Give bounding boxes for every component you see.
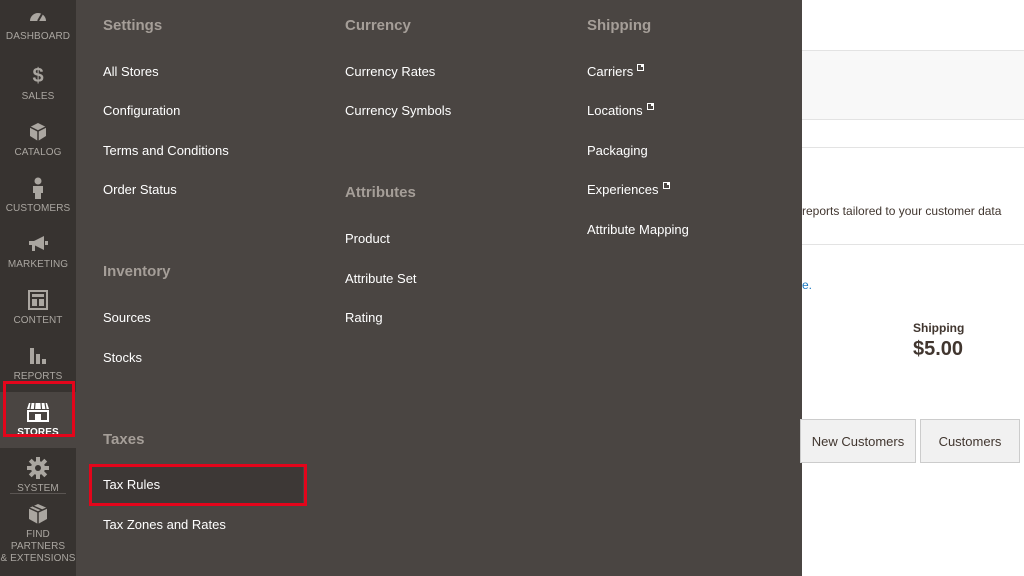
external-link-icon: [637, 64, 645, 71]
link-configuration[interactable]: Configuration: [103, 103, 180, 118]
external-link-icon: [646, 103, 654, 110]
link-currency-symbols[interactable]: Currency Symbols: [345, 103, 451, 118]
nav-catalog[interactable]: CATALOG: [0, 112, 76, 168]
link-experiences[interactable]: Experiences: [587, 182, 670, 197]
dashboard-icon: [26, 4, 50, 28]
megaphone-icon: [26, 232, 50, 256]
highlight-tax-rules: [89, 464, 307, 506]
section-title-settings: Settings: [103, 17, 163, 34]
nav-catalog-label: CATALOG: [14, 147, 62, 158]
nav-find-partners[interactable]: FIND PARTNERS & EXTENSIONS: [0, 496, 76, 576]
section-title-currency: Currency: [345, 17, 411, 34]
bar-chart-icon: [26, 344, 50, 368]
nav-dashboard-label: DASHBOARD: [5, 31, 71, 42]
link-attribute-mapping[interactable]: Attribute Mapping: [587, 222, 689, 237]
nav-dashboard[interactable]: DASHBOARD: [0, 0, 76, 56]
link-attribute-set[interactable]: Attribute Set: [345, 271, 417, 286]
link-locations-label: Locations: [587, 103, 643, 118]
link-order-status[interactable]: Order Status: [103, 182, 177, 197]
gear-icon: [26, 456, 50, 480]
section-title-inventory: Inventory: [103, 263, 171, 280]
link-terms-and-conditions[interactable]: Terms and Conditions: [103, 143, 229, 158]
link-experiences-label: Experiences: [587, 182, 659, 197]
box-icon: [26, 502, 50, 526]
link-stocks[interactable]: Stocks: [103, 350, 142, 365]
dollar-icon: $: [32, 64, 44, 87]
admin-sidebar: DASHBOARD $ SALES CATALOG CUSTOMERS MARK…: [0, 0, 76, 576]
nav-marketing-label: MARKETING: [7, 259, 69, 270]
link-product[interactable]: Product: [345, 231, 390, 246]
nav-sales[interactable]: $ SALES: [0, 56, 76, 112]
nav-content[interactable]: CONTENT: [0, 280, 76, 336]
tab-new-customers[interactable]: New Customers: [800, 419, 916, 463]
nav-customers[interactable]: CUSTOMERS: [0, 168, 76, 224]
link-locations[interactable]: Locations: [587, 103, 654, 118]
section-title-attributes: Attributes: [345, 184, 416, 201]
tab-customers[interactable]: Customers: [920, 419, 1020, 463]
link-all-stores[interactable]: All Stores: [103, 64, 159, 79]
nav-customers-label: CUSTOMERS: [5, 203, 71, 214]
link-rating[interactable]: Rating: [345, 310, 383, 325]
person-icon: [26, 176, 50, 200]
cube-icon: [26, 120, 50, 144]
bg-link-fragment[interactable]: e.: [802, 278, 812, 292]
layout-icon: [26, 288, 50, 312]
dashboard-background: reports tailored to your customer data e…: [800, 0, 1024, 576]
nav-sales-label: SALES: [21, 91, 55, 102]
shipping-stat-label: Shipping: [913, 321, 965, 335]
external-link-icon: [662, 182, 670, 189]
bg-divider: [802, 147, 1024, 148]
section-title-taxes: Taxes: [103, 431, 145, 448]
section-title-shipping: Shipping: [587, 17, 652, 34]
highlight-stores: [3, 381, 75, 437]
link-currency-rates[interactable]: Currency Rates: [345, 64, 435, 79]
link-tax-zones-and-rates[interactable]: Tax Zones and Rates: [103, 517, 226, 532]
link-carriers-label: Carriers: [587, 64, 634, 79]
shipping-stat-value: $5.00: [913, 338, 964, 360]
bg-reports-text: reports tailored to your customer data: [802, 204, 1002, 218]
link-carriers[interactable]: Carriers: [587, 64, 645, 79]
nav-marketing[interactable]: MARKETING: [0, 224, 76, 280]
link-packaging[interactable]: Packaging: [587, 143, 648, 158]
bg-divider: [802, 244, 1024, 245]
nav-separator: [10, 493, 66, 494]
bg-header-band: [802, 50, 1024, 120]
link-sources[interactable]: Sources: [103, 310, 151, 325]
nav-content-label: CONTENT: [13, 315, 63, 326]
nav-find-partners-label: FIND PARTNERS & EXTENSIONS: [0, 529, 76, 564]
